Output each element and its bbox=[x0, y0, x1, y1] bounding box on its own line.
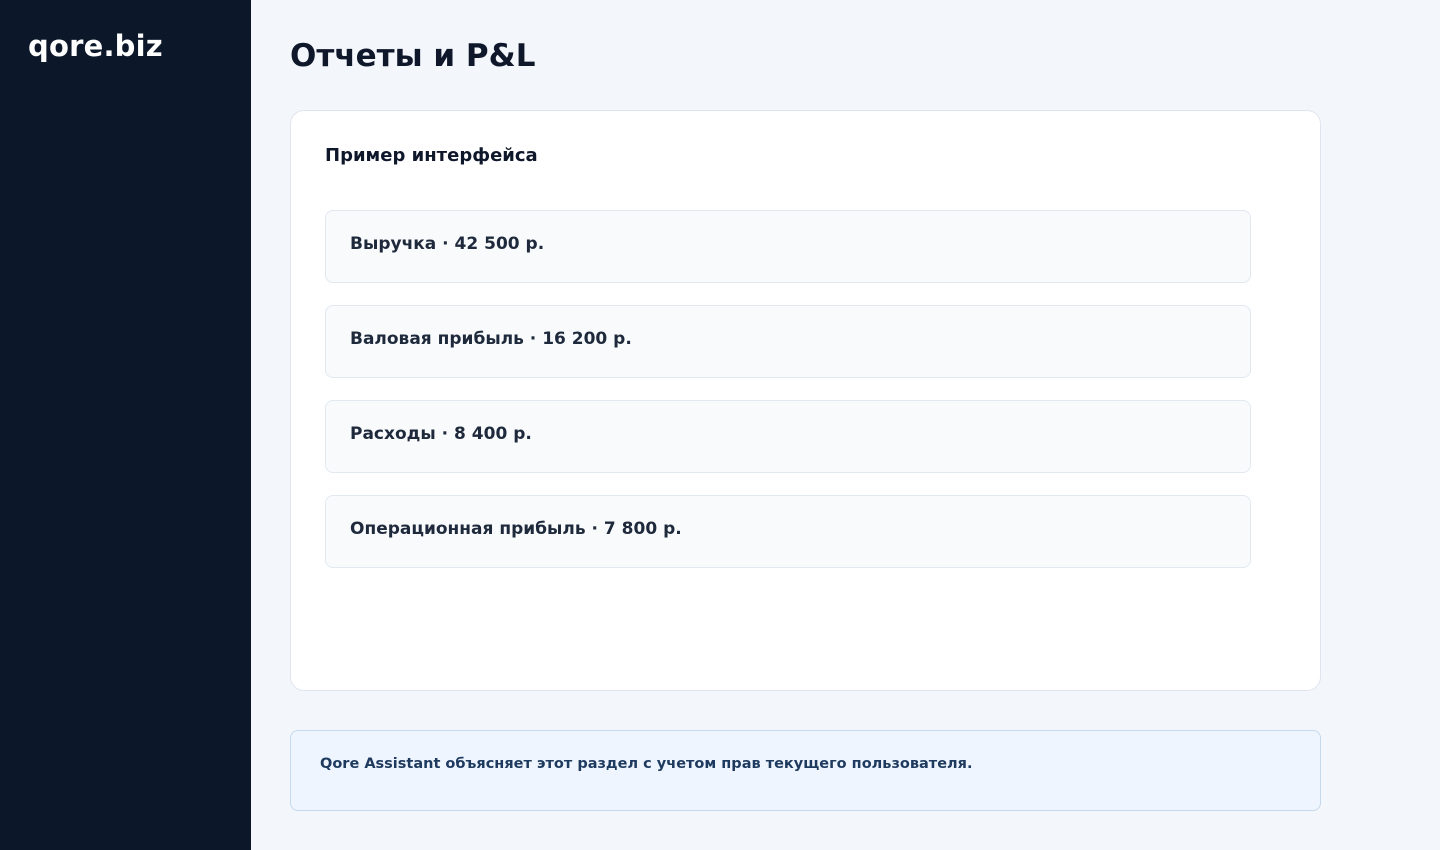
metric-text: Выручка · 42 500 р. bbox=[350, 233, 545, 254]
main-content: Отчеты и P&L Пример интерфейса Выручка ·… bbox=[251, 0, 1440, 850]
metric-text: Операционная прибыль · 7 800 р. bbox=[350, 518, 682, 539]
metric-card-gross-profit: Валовая прибыль · 16 200 р. bbox=[325, 305, 1251, 378]
page-title: Отчеты и P&L bbox=[290, 38, 536, 74]
metric-card-expenses: Расходы · 8 400 р. bbox=[325, 400, 1251, 473]
brand-logo[interactable]: qore.biz bbox=[28, 28, 223, 64]
interface-example-panel: Пример интерфейса Выручка · 42 500 р. Ва… bbox=[290, 110, 1321, 691]
assistant-note-text: Qore Assistant объясняет этот раздел с у… bbox=[320, 755, 973, 772]
panel-title: Пример интерфейса bbox=[325, 145, 538, 166]
assistant-note: Qore Assistant объясняет этот раздел с у… bbox=[290, 730, 1321, 811]
metric-text: Валовая прибыль · 16 200 р. bbox=[350, 328, 632, 349]
metric-card-revenue: Выручка · 42 500 р. bbox=[325, 210, 1251, 283]
sidebar: qore.biz bbox=[0, 0, 251, 850]
metric-card-operating-profit: Операционная прибыль · 7 800 р. bbox=[325, 495, 1251, 568]
metric-text: Расходы · 8 400 р. bbox=[350, 423, 532, 444]
app-shell: qore.biz Отчеты и P&L Пример интерфейса … bbox=[0, 0, 1440, 850]
